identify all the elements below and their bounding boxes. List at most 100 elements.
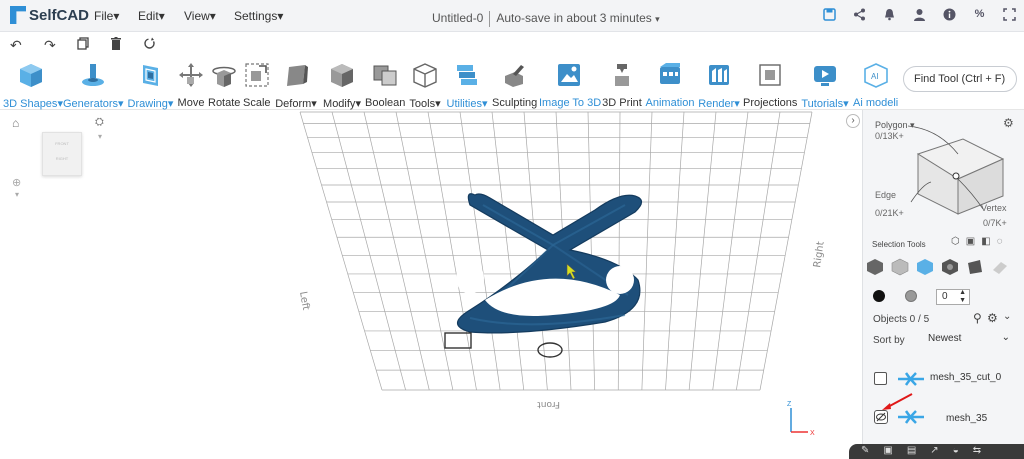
face-select-icon[interactable] xyxy=(916,258,934,276)
bottom-tool-6-icon[interactable]: ⇆ xyxy=(973,445,981,456)
tool-3d-print[interactable]: 3D Print xyxy=(602,62,642,109)
axis-gizmo: Z X xyxy=(787,401,815,437)
tool-drawing[interactable]: Drawing▾ xyxy=(127,62,174,110)
tool-tutorials[interactable]: Tutorials▾ xyxy=(800,62,850,110)
autosave-status[interactable]: Auto-save in about 3 minutes xyxy=(496,11,651,25)
find-tool-input[interactable]: Find Tool (Ctrl + F) xyxy=(903,66,1017,92)
objects-chevron-down-icon[interactable]: ⌄ xyxy=(1003,311,1011,322)
tool-deform[interactable]: Deform▾ xyxy=(273,62,319,110)
tool-3d-shapes[interactable]: 3D Shapes▾ xyxy=(3,62,63,110)
object-visibility-checkbox[interactable] xyxy=(874,372,887,385)
collapse-panel-button[interactable]: › xyxy=(846,114,860,128)
object-name: mesh_35 xyxy=(946,413,988,424)
tool-rotate[interactable]: Rotate xyxy=(208,62,240,109)
right-view-label: Right xyxy=(812,241,827,269)
tool-ai-modeling[interactable]: AI Ai modeling xyxy=(853,62,898,109)
undo-icon[interactable]: ↶ xyxy=(10,37,22,54)
edge-select-icon[interactable] xyxy=(941,258,959,276)
reset-view-icon[interactable] xyxy=(143,37,156,53)
solid-select-icon[interactable] xyxy=(866,258,884,276)
tool-move[interactable]: Move xyxy=(177,62,205,109)
color-swatch-black[interactable] xyxy=(873,290,885,302)
delete-trash-icon[interactable] xyxy=(110,37,122,53)
units-percent-icon[interactable]: % xyxy=(973,8,986,21)
object-name: mesh_35_cut_0 xyxy=(930,372,1002,383)
vertex-label[interactable]: Vertex xyxy=(981,203,1007,213)
tool-boolean[interactable]: Boolean xyxy=(365,62,405,109)
vertex-select-icon[interactable] xyxy=(966,258,984,276)
navigation-cube[interactable]: FRONT RIGHT xyxy=(42,132,82,176)
cube-select-icon[interactable]: ◧ xyxy=(981,236,990,247)
share-icon[interactable] xyxy=(853,8,866,21)
menu-view[interactable]: View▾ xyxy=(184,9,216,23)
tool-sculpting[interactable]: Sculpting xyxy=(492,62,537,109)
circle-marker xyxy=(537,342,563,358)
menu-file[interactable]: File▾ xyxy=(94,9,119,23)
menu-edit[interactable]: Edit▾ xyxy=(138,9,165,23)
tool-tools[interactable]: Tools▾ xyxy=(408,62,442,110)
redo-icon[interactable]: ↷ xyxy=(44,37,56,54)
menu-settings[interactable]: Settings▾ xyxy=(234,9,283,23)
bottom-tool-strip: ✎ ▣ ▤ ↗ ◒ ⇆ xyxy=(849,444,1024,459)
mesh-object[interactable] xyxy=(456,193,643,334)
save-icon[interactable] xyxy=(823,8,836,21)
objects-count: Objects 0 / 5 xyxy=(873,314,930,325)
bottom-tool-4-icon[interactable]: ↗ xyxy=(930,445,938,456)
quantity-stepper[interactable]: 0 ▲ ▼ xyxy=(936,289,970,305)
app-logo[interactable]: SelfCAD xyxy=(10,6,89,24)
move-icon xyxy=(179,63,203,87)
document-title[interactable]: Untitled-0 xyxy=(432,11,483,25)
user-account-icon[interactable] xyxy=(913,8,926,21)
fullscreen-icon[interactable] xyxy=(1003,8,1016,21)
selection-tools-mini-icons: ⬡ ▣ ◧ ◌ xyxy=(951,236,1003,247)
objects-settings-gear-icon[interactable]: ⚙ xyxy=(987,311,998,325)
square-select-icon[interactable]: ▣ xyxy=(966,236,975,247)
left-view-label: Left xyxy=(297,291,311,312)
crosshair-dropdown-icon[interactable]: ▾ xyxy=(15,190,19,199)
viewport-canvas[interactable]: Z X Left Right Front xyxy=(0,110,862,459)
info-icon[interactable] xyxy=(943,8,956,21)
top-right-icons: % xyxy=(823,8,1016,21)
crosshair-icon[interactable]: ⊕ xyxy=(12,176,21,189)
bottom-tool-5-icon[interactable]: ◒ xyxy=(953,445,959,456)
tool-generators[interactable]: Generators▾ xyxy=(63,62,124,110)
material-sphere-icon[interactable] xyxy=(905,290,917,302)
paint-select-icon[interactable]: ⬡ xyxy=(951,236,960,247)
tutorials-icon xyxy=(814,66,836,86)
tool-image-to-3d[interactable]: Image To 3D xyxy=(539,62,601,109)
ghost-select-icon[interactable] xyxy=(991,258,1009,276)
edge-label[interactable]: Edge xyxy=(875,190,896,200)
copy-icon[interactable] xyxy=(77,37,89,53)
tool-projections[interactable]: Projections xyxy=(743,62,797,109)
wire-select-icon[interactable] xyxy=(891,258,909,276)
tool-scale[interactable]: Scale xyxy=(243,62,271,109)
home-view-icon[interactable]: ⌂ xyxy=(12,116,19,130)
tool-modify[interactable]: Modify▾ xyxy=(322,62,362,110)
tool-animation[interactable]: Animation xyxy=(645,62,695,109)
lasso-select-icon[interactable]: ◌ xyxy=(997,236,1003,247)
cube-icon xyxy=(20,64,42,87)
sort-select[interactable]: Newest ⌄ xyxy=(918,330,1018,350)
main-toolbar: 3D Shapes▾ Generators▾ Drawing▾ Move Rot… xyxy=(0,58,1024,110)
tool-render[interactable]: Render▾ xyxy=(698,62,740,110)
camera-dropdown-icon[interactable]: ▾ xyxy=(98,132,102,141)
3d-viewport[interactable]: Z X Left Right Front ⌂ ⛭ ▾ FRONT RIGHT ⊕ … xyxy=(0,110,862,459)
tools-icon xyxy=(413,63,437,88)
front-view-label: Front xyxy=(537,399,560,409)
search-icon[interactable]: ⚲ xyxy=(973,311,982,325)
notifications-bell-icon[interactable] xyxy=(883,8,896,21)
bottom-tools: ✎ ▣ ▤ ↗ ◒ ⇆ xyxy=(861,445,981,456)
deform-icon xyxy=(287,65,308,86)
list-item[interactable]: mesh_35_cut_0 xyxy=(874,367,1019,391)
tool-utilities[interactable]: Utilities▾ xyxy=(445,62,489,110)
bottom-tool-3-icon[interactable]: ▤ xyxy=(907,445,916,456)
bottom-tool-1-icon[interactable]: ✎ xyxy=(861,445,869,456)
camera-view-icon[interactable]: ⛭ xyxy=(95,116,104,129)
bottom-tool-2-icon[interactable]: ▣ xyxy=(883,445,892,456)
animation-icon xyxy=(660,63,680,84)
svg-text:AI: AI xyxy=(871,72,879,81)
image-to-3d-icon xyxy=(558,64,580,86)
selection-mode-row xyxy=(866,258,1009,276)
rotate-icon xyxy=(212,66,236,87)
svg-text:X: X xyxy=(810,430,815,437)
